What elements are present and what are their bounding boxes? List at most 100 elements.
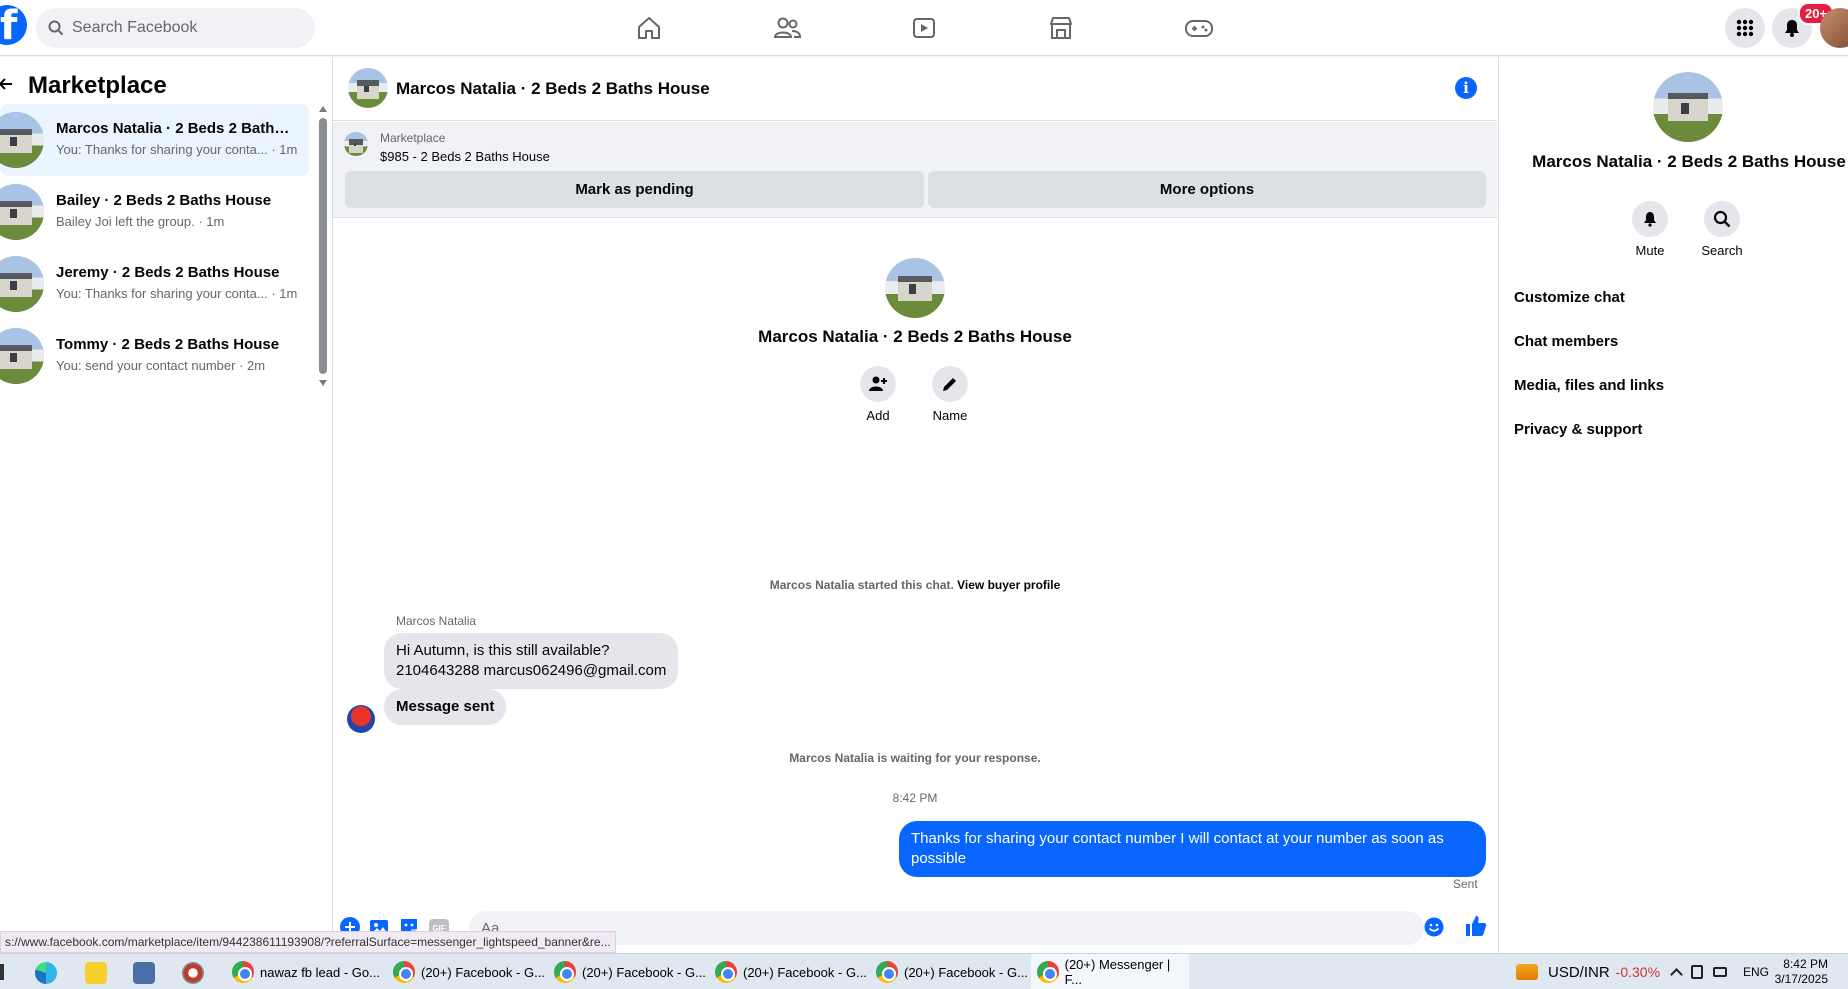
chat-members-item[interactable]: Chat members: [1514, 333, 1618, 350]
paint-app-icon[interactable]: [182, 962, 204, 984]
conversation-preview: You: Thanks for sharing your conta... · …: [56, 286, 298, 301]
message-timestamp: 8:42 PM: [892, 791, 938, 805]
wifi-icon[interactable]: [1691, 965, 1703, 979]
start-edge[interactable]: [0, 964, 4, 980]
privacy-support-item[interactable]: Privacy & support: [1514, 421, 1642, 438]
gaming-icon[interactable]: [1169, 8, 1229, 48]
chevron-up-icon[interactable]: [1670, 968, 1683, 981]
sent-status: Sent: [1453, 877, 1478, 891]
media-files-links-item[interactable]: Media, files and links: [1514, 377, 1664, 394]
taskbar-chrome-window[interactable]: (20+) Facebook - G...: [870, 954, 1028, 989]
system-tray: ENG: [1670, 954, 1769, 989]
customize-chat-item[interactable]: Customize chat: [1514, 289, 1625, 306]
search-icon: [1704, 201, 1740, 237]
chat-avatar[interactable]: [348, 68, 388, 108]
conversation-item-bailey[interactable]: Bailey · 2 Beds 2 Baths House Bailey Joi…: [0, 176, 309, 248]
conversation-item-jeremy[interactable]: Jeremy · 2 Beds 2 Baths House You: Thank…: [0, 248, 309, 320]
more-options-button[interactable]: More options: [928, 171, 1486, 208]
conversation-name: Marcos Natalia · 2 Beds 2 Baths ...: [56, 120, 296, 137]
mute-label: Mute: [1635, 243, 1665, 258]
conversation-name: Bailey · 2 Beds 2 Baths House: [56, 192, 272, 209]
sidebar-scrollbar[interactable]: [318, 104, 328, 386]
facebook-logo[interactable]: f: [0, 5, 27, 45]
scrollbar-thumb[interactable]: [319, 118, 327, 374]
profile-avatar[interactable]: [1820, 8, 1848, 48]
menu-grid-icon[interactable]: [1725, 8, 1765, 48]
chrome-icon: [232, 961, 254, 983]
conversation-item-tommy[interactable]: Tommy · 2 Beds 2 Baths House You: send y…: [0, 320, 309, 392]
marketplace-label: Marketplace: [380, 131, 446, 145]
watch-icon[interactable]: [894, 8, 954, 48]
taskbar-chrome-window[interactable]: nawaz fb lead - Go...: [226, 954, 384, 989]
conversation-thumbnail: [0, 112, 44, 168]
conversation-thumbnail: [0, 256, 44, 312]
chat-header: Marcos Natalia · 2 Beds 2 Baths House i: [333, 57, 1497, 121]
bell-icon: [1632, 201, 1668, 237]
chrome-icon: [393, 961, 415, 983]
message-line: 2104643288 marcus062496@gmail.com: [396, 662, 667, 679]
conversation-preview: Bailey Joi left the group. · 1m: [56, 214, 225, 229]
friends-icon[interactable]: [757, 8, 817, 48]
taskbar-chrome-window[interactable]: (20+) Facebook - G...: [709, 954, 867, 989]
chrome-icon: [715, 961, 737, 983]
conversation-thumbnail: [0, 184, 44, 240]
home-icon[interactable]: [619, 8, 679, 48]
add-people-button[interactable]: Add: [848, 366, 908, 423]
listing-price[interactable]: $985 - 2 Beds 2 Baths House: [380, 149, 550, 164]
conversation-name: Tommy · 2 Beds 2 Baths House: [56, 336, 280, 353]
incoming-message-bubble[interactable]: Hi Autumn, is this still available? 2104…: [384, 633, 679, 689]
chat-details-pane: Marcos Natalia · 2 Beds 2 Baths House Mu…: [1498, 57, 1848, 953]
add-person-icon: [860, 366, 896, 402]
language-indicator[interactable]: ENG: [1743, 965, 1769, 979]
message-line: Hi Autumn, is this still available?: [396, 642, 610, 659]
mute-button[interactable]: Mute: [1620, 201, 1680, 258]
sticky-notes-icon[interactable]: [85, 962, 107, 984]
sidebar-title: Marketplace: [28, 72, 167, 99]
sender-avatar[interactable]: [347, 705, 375, 733]
taskbar-chrome-window[interactable]: (20+) Facebook - G...: [387, 954, 545, 989]
intro-name: Marcos Natalia · 2 Beds 2 Baths House: [758, 327, 1072, 346]
conversation-preview: You: Thanks for sharing your conta... · …: [56, 142, 298, 157]
conversation-name: Jeremy · 2 Beds 2 Baths House: [56, 264, 280, 281]
search-box[interactable]: [36, 8, 315, 48]
emoji-icon[interactable]: [1424, 917, 1444, 937]
scroll-up-arrow-icon[interactable]: [319, 106, 327, 112]
calculator-icon[interactable]: [133, 962, 155, 984]
details-name: Marcos Natalia · 2 Beds 2 Baths House: [1532, 152, 1846, 171]
add-label: Add: [866, 408, 890, 423]
name-chat-button[interactable]: Name: [920, 366, 980, 423]
status-bar-url: s://www.facebook.com/marketplace/item/94…: [0, 931, 616, 953]
intro-avatar: [885, 258, 945, 318]
clock[interactable]: 8:42 PM 3/17/2025: [1770, 954, 1828, 989]
search-input[interactable]: [72, 19, 292, 37]
chat-started-notice: Marcos Natalia started this chat. View b…: [333, 578, 1497, 592]
taskbar-chrome-window[interactable]: (20+) Facebook - G...: [548, 954, 706, 989]
listing-thumbnail[interactable]: [344, 132, 368, 156]
waiting-notice: Marcos Natalia is waiting for your respo…: [789, 751, 1041, 765]
back-arrow-icon[interactable]: [0, 76, 14, 92]
search-icon: [48, 20, 64, 36]
chrome-icon: [554, 961, 576, 983]
incoming-message-bubble[interactable]: Message sent: [384, 689, 507, 725]
search-in-chat-button[interactable]: Search: [1692, 201, 1752, 258]
taskbar-chrome-window-active[interactable]: (20+) Messenger | F...: [1031, 954, 1189, 989]
chat-title[interactable]: Marcos Natalia · 2 Beds 2 Baths House: [396, 79, 710, 99]
edge-browser-icon[interactable]: [35, 962, 57, 984]
view-buyer-profile-link[interactable]: View buyer profile: [957, 578, 1060, 592]
chat-pane: Marcos Natalia · 2 Beds 2 Baths House i …: [333, 57, 1497, 953]
thumbs-up-icon[interactable]: [1464, 914, 1488, 938]
sender-name: Marcos Natalia: [396, 614, 477, 628]
mark-as-pending-button[interactable]: Mark as pending: [345, 171, 924, 208]
outgoing-message-bubble[interactable]: Thanks for sharing your contact number I…: [899, 821, 1486, 877]
conversation-thumbnail: [0, 328, 44, 384]
info-icon[interactable]: i: [1455, 77, 1477, 99]
chrome-icon: [1037, 961, 1059, 983]
top-navigation-bar: f 20+: [0, 0, 1848, 56]
conversation-item-marcos[interactable]: Marcos Natalia · 2 Beds 2 Baths ... You:…: [0, 104, 309, 176]
details-avatar[interactable]: [1653, 72, 1723, 142]
scroll-down-arrow-icon[interactable]: [319, 380, 327, 386]
marketplace-icon[interactable]: [1031, 8, 1091, 48]
battery-icon[interactable]: [1713, 967, 1727, 977]
currency-widget[interactable]: USD/INR -0.30%: [1516, 954, 1660, 989]
marketplace-banner: Marketplace $985 - 2 Beds 2 Baths House …: [333, 122, 1497, 218]
